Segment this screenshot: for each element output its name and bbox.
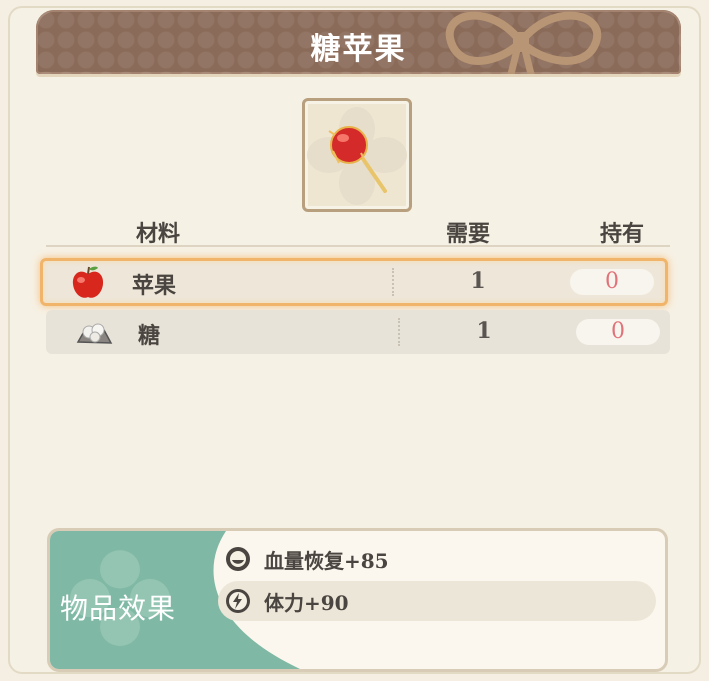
hp-recovery-icon	[226, 547, 250, 571]
title-bar: 糖苹果	[36, 10, 681, 74]
apple-icon	[72, 266, 104, 298]
have-count: 0	[576, 319, 660, 345]
effect-label: 物品效果	[60, 592, 177, 625]
material-row-sugar[interactable]: 糖 1 0	[46, 310, 670, 354]
page-title: 糖苹果	[310, 32, 407, 67]
effect-text: 血量恢复+85	[264, 549, 389, 573]
header-need: 需要	[446, 221, 491, 247]
header-have: 持有	[600, 221, 645, 247]
material-row-apple[interactable]: 苹果 1 0	[40, 258, 668, 306]
column-separator	[398, 318, 400, 346]
need-count: 1	[470, 268, 486, 294]
material-name: 糖	[138, 323, 161, 349]
effect-line-stamina: 体力+90	[218, 581, 656, 621]
header-material: 材料	[136, 221, 181, 247]
item-effect-panel: 物品效果 血量恢复+85 体力+90	[47, 528, 668, 672]
material-name: 苹果	[132, 273, 177, 299]
sugar-icon	[76, 323, 113, 344]
effect-line-hp: 血量恢复+85	[218, 539, 656, 579]
column-separator	[392, 268, 394, 296]
effect-text: 体力+90	[264, 591, 349, 615]
item-preview	[302, 98, 412, 212]
have-count: 0	[570, 269, 654, 295]
stamina-icon	[226, 589, 250, 613]
need-count: 1	[476, 318, 492, 344]
candied-apple-icon	[307, 107, 407, 205]
header-divider	[46, 245, 670, 247]
